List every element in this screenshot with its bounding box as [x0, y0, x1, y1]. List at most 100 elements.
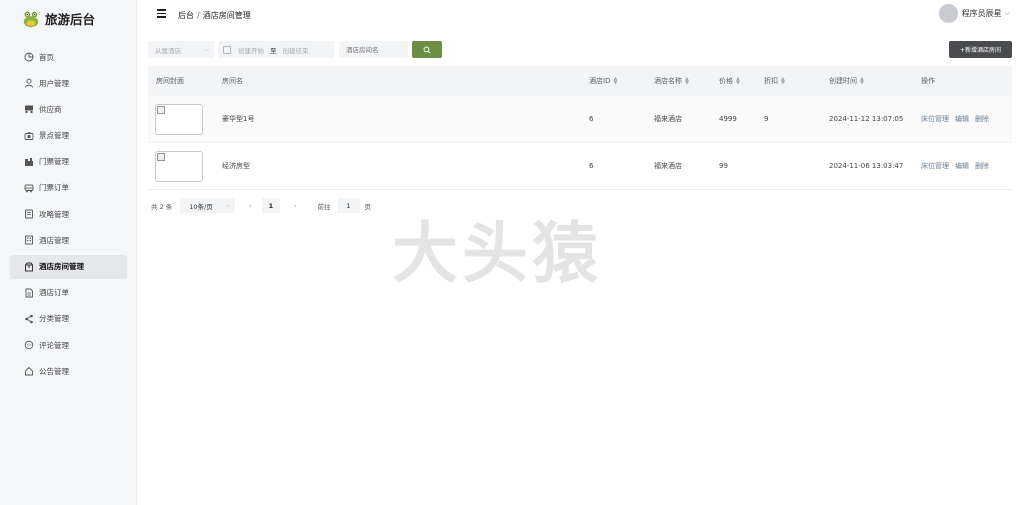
rooms-table: 房间封面 房间名 酒店ID ▲ ▼ 酒店名称 ▲ ▼ 价格 ▲ ▼ 折扣 ▲ ▼ 创建时间 ▲ ▼ …	[148, 66, 1012, 190]
column-header-price[interactable]: 价格 ▲ ▼	[719, 76, 740, 86]
sidebar-item-comments[interactable]: 评论管理	[10, 333, 127, 357]
camera-icon	[23, 130, 34, 141]
top-header: 后台 / 酒店房间管理 程序员辰星 ⌵	[137, 0, 1024, 30]
sidebar-item-hotels[interactable]: 酒店管理	[10, 228, 127, 252]
discount: 9	[764, 115, 769, 123]
sidebar-item-tickets[interactable]: 门票管理	[10, 150, 127, 174]
column-header-name: 房间名	[222, 77, 243, 85]
username[interactable]: 程序员辰星	[962, 8, 1002, 19]
sidebar-item-users[interactable]: 用户管理	[10, 71, 127, 95]
date-end-input[interactable]: 创建结束	[283, 45, 309, 55]
sidebar-item-label: 分类管理	[39, 314, 69, 324]
sort-icon[interactable]: ▲ ▼	[860, 77, 864, 86]
avatar[interactable]	[938, 4, 958, 23]
bus-icon	[23, 182, 34, 193]
sidebar-item-label: 评论管理	[39, 340, 69, 350]
next-page-icon[interactable]: ›	[294, 202, 297, 210]
price: 4999	[719, 115, 737, 123]
sidebar-item-label: 门票管理	[39, 157, 69, 167]
hotel-name: 福来酒店	[654, 162, 682, 170]
sidebar-item-label: 酒店房间管理	[39, 262, 84, 271]
column-header-discount[interactable]: 折扣 ▲ ▼	[764, 76, 785, 86]
sidebar-item-label: 首页	[39, 52, 54, 62]
sort-icon[interactable]: ▲ ▼	[685, 77, 689, 86]
prev-page-icon[interactable]: ‹	[249, 202, 252, 210]
page-size-select[interactable]: 10条/页 ⌵	[180, 198, 236, 213]
sidebar-item-hotel-orders[interactable]: 酒店订单	[10, 281, 127, 305]
breadcrumb-home[interactable]: 后台	[178, 11, 194, 20]
chevron-down-icon[interactable]: ⌵	[1005, 9, 1010, 18]
sidebar-item-label: 酒店管理	[39, 235, 69, 245]
sidebar-item-ticket-orders[interactable]: 门票订单	[10, 176, 127, 200]
ticket-icon	[23, 156, 34, 167]
date-start-input[interactable]: 创建开始	[238, 45, 264, 55]
room-cover-image	[155, 103, 203, 135]
search-icon	[423, 46, 431, 54]
chevron-down-icon: ⌵	[225, 201, 231, 209]
chat-icon	[23, 340, 34, 351]
edit-link[interactable]: 编辑	[955, 162, 969, 170]
page-unit-label: 页	[364, 202, 372, 211]
truck-icon	[23, 104, 34, 115]
row-actions: 床位管理 编辑 删除	[921, 114, 995, 124]
box-icon	[23, 261, 34, 272]
goto-page-input[interactable]: 1	[337, 198, 360, 213]
date-range-picker[interactable]: 创建开始 至 创建结束	[218, 41, 334, 58]
column-header-hotel-id[interactable]: 酒店ID ▲ ▼	[589, 76, 617, 86]
sidebar-item-label: 用户管理	[39, 78, 69, 88]
sidebar-item-categories[interactable]: 分类管理	[10, 307, 127, 331]
sidebar-item-guides[interactable]: 攻略管理	[10, 202, 127, 226]
logo[interactable]: 旅游后台	[22, 9, 95, 28]
sort-icon[interactable]: ▲ ▼	[781, 77, 785, 86]
hotel-select-placeholder: 从属酒店	[155, 46, 181, 55]
table-row: 经济房型 6 福来酒店 99 2024-11-06 13:03:47 床位管理编…	[148, 143, 1012, 190]
column-header-hotel-name[interactable]: 酒店名称 ▲ ▼	[654, 76, 689, 86]
hotel-id: 6	[589, 115, 594, 123]
sort-icon[interactable]: ▲ ▼	[736, 77, 740, 86]
sidebar-menu: 首页 用户管理 供应商 景点管理 门票管理 门票订单 攻略管理 酒店管理 酒店房…	[10, 45, 127, 385]
row-actions: 床位管理 编辑 删除	[921, 161, 995, 171]
created-time: 2024-11-12 13:07:05	[829, 115, 904, 123]
room-name: 豪华型1号	[222, 115, 255, 123]
column-header-actions: 操作	[921, 77, 935, 85]
bed-manage-link[interactable]: 床位管理	[921, 115, 949, 123]
search-button[interactable]	[412, 41, 442, 58]
page-number-current[interactable]: 1	[261, 198, 280, 213]
share-icon	[23, 313, 34, 324]
sidebar-item-hotel-rooms[interactable]: 酒店房间管理	[10, 254, 127, 279]
room-cover-image	[155, 150, 203, 182]
building-icon	[23, 235, 34, 246]
hotel-select[interactable]: 从属酒店 ⌵	[148, 41, 214, 58]
broken-image-icon	[157, 105, 165, 114]
pie-chart-icon	[23, 52, 34, 63]
filter-bar: 从属酒店 ⌵ 创建开始 至 创建结束	[148, 41, 442, 58]
bed-manage-link[interactable]: 床位管理	[921, 162, 949, 170]
menu-toggle-icon[interactable]	[157, 9, 166, 19]
pagination: 共 2 条 10条/页 ⌵ ‹ 1 › 前往 1 页	[151, 198, 371, 213]
sort-icon[interactable]: ▲ ▼	[613, 77, 617, 86]
notebook-icon	[23, 209, 34, 220]
page-size-value: 10条/页	[189, 202, 213, 211]
delete-link[interactable]: 删除	[975, 162, 989, 170]
sidebar-item-suppliers[interactable]: 供应商	[10, 97, 127, 121]
delete-link[interactable]: 删除	[975, 115, 989, 123]
house-icon	[23, 366, 34, 377]
watermark: 大头猿	[392, 215, 602, 292]
hotel-id: 6	[589, 162, 594, 170]
date-separator: 至	[270, 46, 277, 55]
room-name-input[interactable]	[339, 41, 408, 58]
hotel-name: 福来酒店	[654, 115, 682, 123]
add-hotel-room-button[interactable]: +新增酒店房间	[949, 41, 1012, 58]
edit-link[interactable]: 编辑	[955, 115, 969, 123]
sidebar-item-attractions[interactable]: 景点管理	[10, 124, 127, 148]
sidebar-item-label: 公告管理	[39, 366, 69, 376]
column-header-created[interactable]: 创建时间 ▲ ▼	[829, 76, 864, 86]
app-title: 旅游后台	[45, 12, 96, 27]
user-menu[interactable]: 程序员辰星 ⌵	[938, 4, 1010, 23]
sidebar-item-home[interactable]: 首页	[10, 45, 127, 69]
total-count: 共 2 条	[151, 202, 173, 211]
sidebar: 旅游后台 首页 用户管理 供应商 景点管理 门票管理 门票订单 攻略管理 酒店管…	[0, 0, 137, 505]
sidebar-item-label: 门票订单	[39, 183, 69, 193]
sidebar-item-label: 攻略管理	[39, 209, 69, 219]
sidebar-item-announcements[interactable]: 公告管理	[10, 359, 127, 383]
